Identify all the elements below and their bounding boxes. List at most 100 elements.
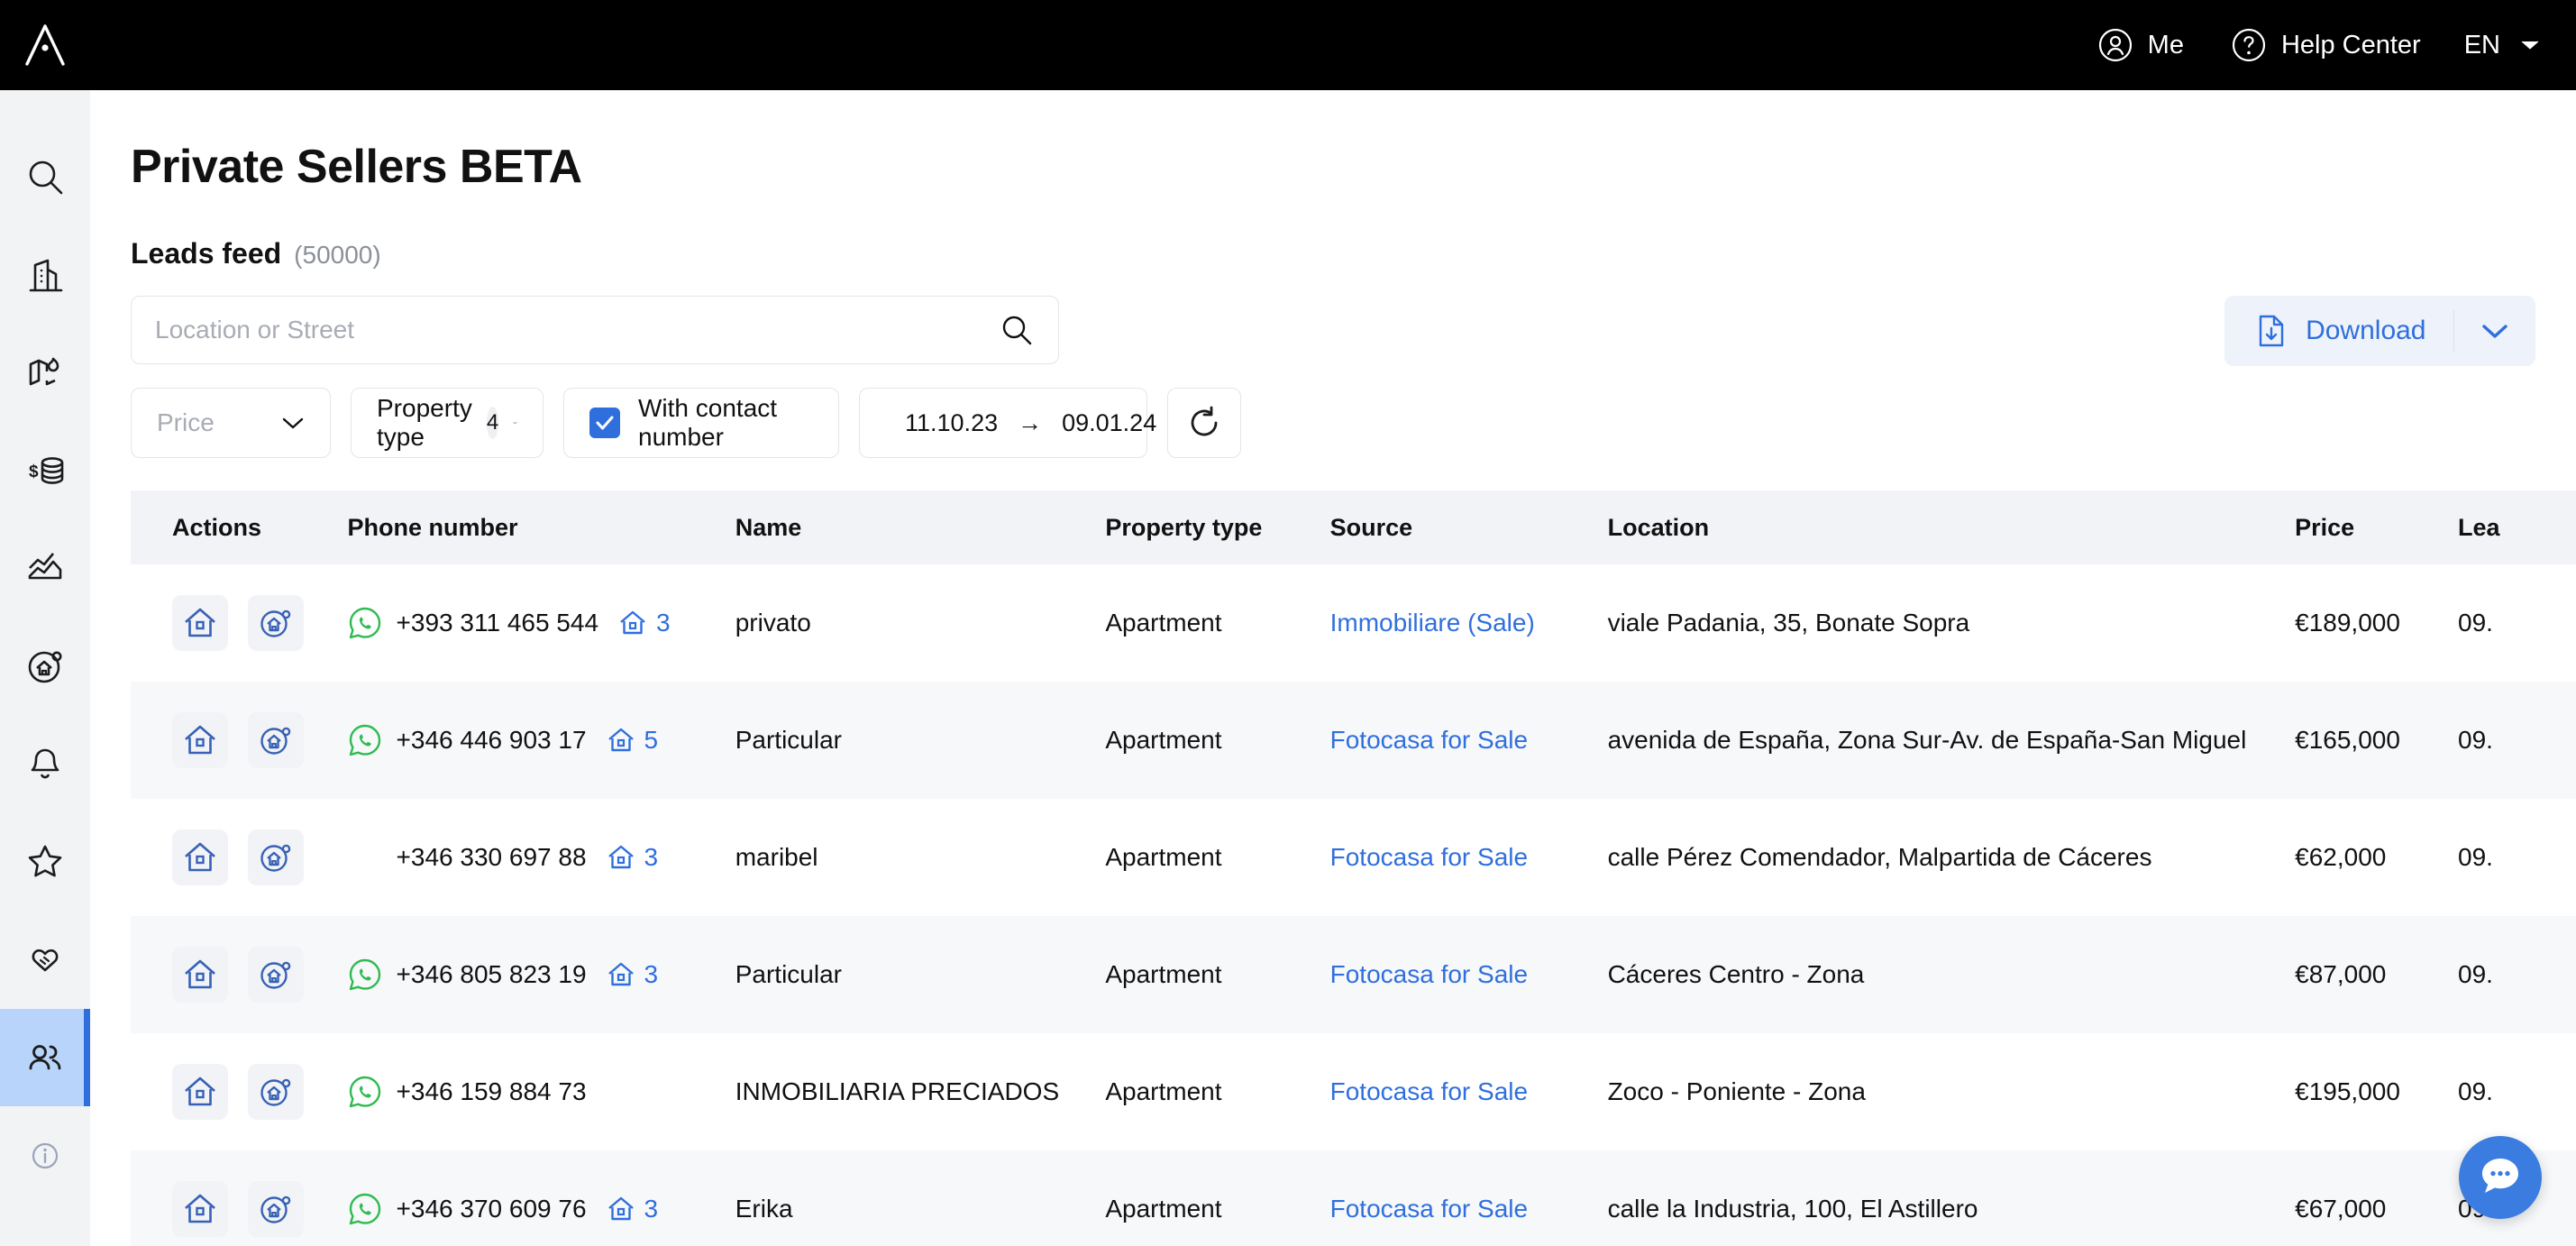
phone-number[interactable]: +346 159 884 73 [397, 1077, 587, 1106]
whatsapp-icon[interactable] [348, 1192, 382, 1226]
price-filter-label: Price [157, 408, 215, 436]
sidebar-item-analytics[interactable] [0, 519, 90, 618]
whatsapp-icon[interactable] [348, 1075, 382, 1109]
table-row[interactable]: +346 159 884 73 INMOBILIARIA PRECIADOS A… [131, 1033, 2576, 1150]
download-label: Download [2306, 316, 2426, 345]
phone-number[interactable]: +346 330 697 88 [397, 843, 587, 872]
phone-number[interactable]: +346 805 823 19 [397, 960, 587, 989]
date-range-filter[interactable]: 11.10.23 → 09.01.24 [859, 388, 1156, 458]
property-type-filter[interactable]: Property type 4 [351, 388, 544, 458]
account-menu[interactable]: Me [2074, 0, 2207, 90]
view-property-button[interactable] [172, 712, 228, 768]
source-link[interactable]: Fotocasa for Sale [1330, 1077, 1528, 1105]
locate-property-button[interactable] [248, 829, 304, 885]
house-count-icon [607, 1196, 634, 1221]
refresh-button[interactable] [1167, 388, 1241, 458]
view-property-button[interactable] [172, 1181, 228, 1237]
location-search-box[interactable] [131, 296, 1059, 364]
whatsapp-icon[interactable] [348, 957, 382, 992]
chart-icon [28, 553, 62, 580]
row-price: €87,000 [2295, 960, 2387, 988]
download-main[interactable]: Download [2224, 313, 2453, 349]
table-row[interactable]: +346 805 823 19 3 Particular Apartment F… [131, 916, 2576, 1033]
row-actions [131, 595, 348, 651]
row-source: Fotocasa for Sale [1330, 1195, 1608, 1223]
locate-property-button[interactable] [248, 712, 304, 768]
search-icon[interactable] [999, 312, 1035, 348]
whatsapp-icon[interactable] [348, 606, 382, 640]
house-count-badge[interactable]: 3 [607, 843, 658, 872]
whatsapp-icon[interactable] [348, 723, 382, 757]
sidebar-item-hot-map[interactable] [0, 324, 90, 422]
row-price: €195,000 [2295, 1077, 2400, 1105]
chat-support-button[interactable] [2459, 1136, 2542, 1219]
property-type-count: 4 [486, 407, 499, 439]
source-link[interactable]: Fotocasa for Sale [1330, 960, 1528, 988]
house-count-icon [620, 610, 645, 635]
house-icon [185, 959, 215, 989]
sidebar-item-favorites[interactable] [0, 813, 90, 912]
house-count-badge[interactable]: 3 [618, 609, 671, 637]
phone-number[interactable]: +346 446 903 17 [397, 726, 587, 755]
house-pin-icon [260, 1078, 291, 1106]
table-row[interactable]: +346 370 609 76 3 Erika Apartment Fotoca… [131, 1150, 2576, 1246]
row-source: Fotocasa for Sale [1330, 960, 1608, 989]
download-dropdown-toggle[interactable] [2454, 323, 2535, 339]
sidebar-item-buildings[interactable] [0, 226, 90, 325]
building-icon [29, 259, 63, 292]
page-title: Private Sellers BETA [131, 141, 582, 193]
locate-property-button[interactable] [248, 1064, 304, 1120]
app-logo[interactable] [0, 23, 90, 68]
col-phone-number: Phone number [347, 513, 518, 541]
locate-property-button[interactable] [248, 947, 304, 1003]
view-property-button[interactable] [172, 595, 228, 651]
row-name: Particular [735, 960, 842, 988]
sidebar-item-search[interactable] [0, 128, 90, 226]
help-center-label: Help Center [2280, 30, 2421, 60]
sidebar-item-notifications[interactable] [0, 715, 90, 813]
table-row[interactable]: +346 446 903 17 5 Particular Apartment F… [131, 682, 2576, 799]
table-row[interactable]: +346 330 697 88 3 maribel Apartment Foto… [131, 799, 2576, 916]
house-count-badge[interactable]: 3 [607, 1195, 658, 1223]
money-database-icon: $ [29, 457, 64, 484]
download-button[interactable]: Download [2224, 296, 2535, 366]
row-actions [131, 1181, 348, 1237]
sidebar-item-properties[interactable] [0, 618, 90, 716]
source-link[interactable]: Fotocasa for Sale [1330, 843, 1528, 871]
check-icon [596, 416, 614, 430]
search-input[interactable] [155, 316, 999, 344]
house-count-badge[interactable]: 3 [607, 960, 658, 989]
source-link[interactable]: Fotocasa for Sale [1330, 1195, 1528, 1223]
house-count-badge[interactable]: 5 [607, 726, 658, 755]
row-source: Immobiliare (Sale) [1330, 609, 1608, 637]
house-pin-icon [260, 961, 291, 989]
section-title: Leads feed [131, 237, 282, 270]
table-row[interactable]: +393 311 465 544 3 privato Apartment Imm… [131, 564, 2576, 682]
house-pin-icon [260, 844, 291, 872]
chevron-down-icon [2521, 41, 2539, 50]
phone-number[interactable]: +346 370 609 76 [397, 1195, 587, 1223]
phone-number[interactable]: +393 311 465 544 [397, 609, 598, 637]
sidebar-item-deals[interactable] [0, 911, 90, 1009]
view-property-button[interactable] [172, 947, 228, 1003]
source-link[interactable]: Fotocasa for Sale [1330, 726, 1528, 754]
row-phone-cell: +393 311 465 544 3 [348, 606, 735, 640]
with-contact-number-filter[interactable]: With contact number [563, 388, 839, 458]
sidebar-item-info[interactable] [0, 1106, 90, 1205]
price-filter[interactable]: Price [131, 388, 331, 458]
source-link[interactable]: Immobiliare (Sale) [1330, 609, 1535, 637]
view-property-button[interactable] [172, 1064, 228, 1120]
help-center-link[interactable]: Help Center [2207, 0, 2444, 90]
with-contact-number-checkbox[interactable] [589, 408, 620, 438]
sidebar-item-private-sellers[interactable] [0, 1008, 90, 1107]
sidebar: $ [0, 90, 90, 1246]
language-label: EN [2463, 30, 2500, 60]
view-property-button[interactable] [172, 829, 228, 885]
row-lead-date: 09. [2458, 1077, 2493, 1105]
house-icon [185, 1194, 215, 1223]
sidebar-item-valuation[interactable]: $ [0, 422, 90, 520]
language-selector[interactable]: EN [2444, 31, 2540, 60]
locate-property-button[interactable] [248, 595, 304, 651]
locate-property-button[interactable] [248, 1181, 304, 1237]
row-price: €189,000 [2295, 609, 2400, 637]
